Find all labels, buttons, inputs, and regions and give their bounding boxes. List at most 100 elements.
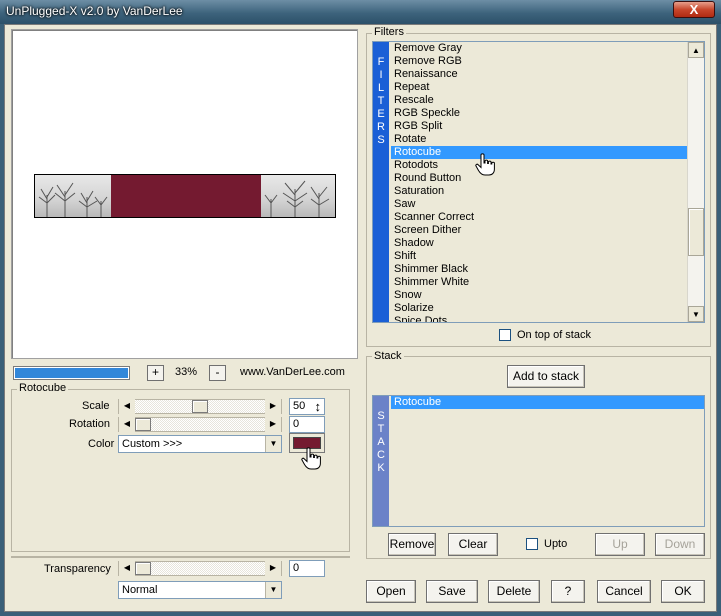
filter-list-item[interactable]: Shimmer Black	[391, 263, 687, 276]
filters-scrollbar[interactable]: ▲ ▼	[687, 42, 704, 322]
zoom-in-button[interactable]: +	[147, 365, 164, 381]
transparency-value-field[interactable]: 0	[289, 560, 325, 577]
blend-mode-select[interactable]: Normal ▼	[118, 581, 282, 599]
preview-tile-right	[261, 175, 335, 217]
up-button[interactable]: Up	[595, 533, 645, 556]
cancel-button[interactable]: Cancel	[597, 580, 651, 603]
arrow-right-icon[interactable]: ▶	[265, 417, 281, 432]
on-top-checkbox[interactable]	[499, 329, 511, 341]
upto-checkbox[interactable]	[526, 538, 538, 550]
filters-band: FILTERS	[373, 42, 389, 322]
help-button[interactable]: ?	[551, 580, 585, 603]
plus-icon: +	[151, 365, 159, 379]
filter-list-item[interactable]: Rotocube	[391, 146, 687, 159]
filters-group-title: Filters	[372, 26, 406, 38]
filter-list-item[interactable]: Screen Dither	[391, 224, 687, 237]
arrow-right-icon[interactable]: ▶	[265, 561, 281, 576]
rotation-slider[interactable]: ◀ ▶	[118, 417, 282, 432]
filter-list-item[interactable]: Repeat	[391, 81, 687, 94]
filters-list[interactable]: FILTERS Remove Gray Remove RGB Renaissance…	[372, 41, 705, 323]
dialog-client: + 33% - www.VanDerLee.com Rotocube Scale…	[4, 24, 717, 612]
on-top-label: On top of stack	[517, 329, 591, 341]
stack-list-item[interactable]: Rotocube	[391, 396, 704, 409]
filter-list-item[interactable]: Spice Dots	[391, 315, 687, 322]
band-letter: E	[377, 108, 385, 120]
transparency-label: Transparency	[44, 563, 111, 575]
filter-list-item[interactable]: Saturation	[391, 185, 687, 198]
color-select[interactable]: Custom >>> ▼	[118, 435, 282, 453]
filter-list-item[interactable]: RGB Speckle	[391, 107, 687, 120]
filter-list-item[interactable]: Rescale	[391, 94, 687, 107]
ok-button[interactable]: OK	[661, 580, 705, 603]
arrow-right-icon[interactable]: ▶	[265, 399, 281, 414]
filter-list-item[interactable]: Rotate	[391, 133, 687, 146]
spin-icon[interactable]: ↕	[315, 399, 322, 414]
band-letter: L	[377, 82, 385, 94]
close-button[interactable]: X	[673, 1, 715, 18]
scale-slider[interactable]: ◀ ▶	[118, 399, 282, 414]
slider-track	[135, 418, 265, 431]
progress-fill	[15, 368, 128, 378]
filter-list-item[interactable]: Shift	[391, 250, 687, 263]
remove-button[interactable]: Remove	[388, 533, 436, 556]
scrollbar-thumb[interactable]	[688, 208, 704, 256]
band-letter: F	[377, 56, 385, 68]
preview-pane	[11, 29, 358, 359]
band-letter: S	[377, 410, 385, 422]
arrow-down-icon[interactable]: ▼	[688, 306, 704, 322]
clear-button[interactable]: Clear	[448, 533, 498, 556]
zoom-out-button[interactable]: -	[209, 365, 226, 381]
band-letter: K	[377, 462, 385, 474]
arrow-left-icon[interactable]: ◀	[119, 417, 135, 432]
band-letter: R	[377, 121, 385, 133]
color-label: Color	[88, 438, 115, 450]
separator	[11, 556, 350, 558]
rotation-slider-thumb[interactable]	[135, 418, 151, 431]
filter-list-item[interactable]: Solarize	[391, 302, 687, 315]
chevron-down-icon[interactable]: ▼	[265, 582, 281, 598]
filter-list-item[interactable]: Remove RGB	[391, 55, 687, 68]
filter-list-item[interactable]: Remove Gray	[391, 42, 687, 55]
zoom-level: 33%	[175, 366, 198, 378]
blend-mode-value: Normal	[122, 584, 158, 596]
down-button[interactable]: Down	[655, 533, 705, 556]
rotation-label: Rotation	[69, 418, 110, 430]
parameters-group-title: Rotocube	[17, 382, 69, 394]
arrow-left-icon[interactable]: ◀	[119, 399, 135, 414]
band-letter: I	[379, 69, 383, 81]
chevron-down-icon[interactable]: ▼	[265, 436, 281, 452]
transparency-slider-thumb[interactable]	[135, 562, 151, 575]
filter-list-item[interactable]: Snow	[391, 289, 687, 302]
arrow-up-icon[interactable]: ▲	[688, 42, 704, 58]
hand-cursor-icon	[301, 447, 321, 470]
delete-button[interactable]: Delete	[488, 580, 540, 603]
band-letter: T	[377, 95, 385, 107]
filter-list-item[interactable]: Scanner Correct	[391, 211, 687, 224]
filter-list-item[interactable]: Shimmer White	[391, 276, 687, 289]
band-letter: C	[377, 449, 385, 461]
transparency-slider[interactable]: ◀ ▶	[118, 561, 282, 576]
filter-list-item[interactable]: Saw	[391, 198, 687, 211]
filter-list-item[interactable]: Renaissance	[391, 68, 687, 81]
rotation-value-field[interactable]: 0	[289, 416, 325, 433]
scale-value-field[interactable]: 50 ↕	[289, 398, 325, 415]
filters-items: Remove Gray Remove RGB Renaissance Repeat Re…	[391, 42, 687, 322]
color-select-value: Custom >>>	[122, 438, 183, 450]
arrow-left-icon[interactable]: ◀	[119, 561, 135, 576]
hand-cursor-icon	[475, 153, 495, 176]
stack-group-title: Stack	[372, 350, 404, 362]
filter-list-item[interactable]: RGB Split	[391, 120, 687, 133]
add-to-stack-button[interactable]: Add to stack	[507, 365, 585, 388]
filter-list-item[interactable]: Round Button	[391, 172, 687, 185]
upto-label: Upto	[544, 538, 568, 550]
save-button[interactable]: Save	[426, 580, 478, 603]
filter-list-item[interactable]: Shadow	[391, 237, 687, 250]
tree-icon	[264, 180, 330, 217]
scale-slider-thumb[interactable]	[192, 400, 208, 413]
filter-list-item[interactable]: Rotodots	[391, 159, 687, 172]
open-button[interactable]: Open	[366, 580, 416, 603]
slider-track	[135, 562, 265, 575]
stack-list[interactable]: STACK Rotocube	[372, 395, 705, 527]
website-link[interactable]: www.VanDerLee.com	[240, 366, 345, 378]
stack-items: Rotocube	[391, 396, 704, 526]
